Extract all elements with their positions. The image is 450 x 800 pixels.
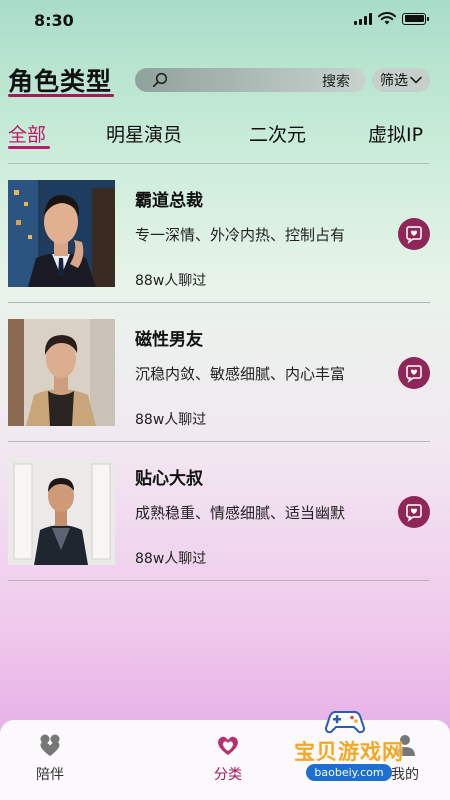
- tab-anime[interactable]: 二次元: [249, 120, 306, 147]
- status-time: 8:30: [34, 11, 74, 30]
- nav-label: 陪伴: [36, 767, 64, 783]
- title-underline: [8, 94, 114, 97]
- chat-button[interactable]: [398, 357, 430, 389]
- search-bar[interactable]: 搜索: [135, 68, 366, 92]
- search-label: 搜索: [322, 74, 350, 90]
- avatar: [8, 458, 115, 565]
- filter-button[interactable]: 筛选: [372, 68, 430, 92]
- category-tabs: 全部 明星演员 二次元 虚拟IP: [0, 120, 450, 152]
- character-card[interactable]: 贴心大叔 成熟稳重、情感细腻、适当幽默 88w人聊过: [0, 442, 450, 581]
- chat-count: 88w人聊过: [135, 412, 207, 428]
- search-icon: [152, 72, 168, 88]
- filter-label: 筛选: [380, 73, 408, 89]
- tab-star-actors[interactable]: 明星演员: [106, 120, 182, 147]
- category-heart-icon: [218, 736, 238, 755]
- tab-all[interactable]: 全部: [8, 120, 46, 147]
- character-card[interactable]: 磁性男友 沉稳内敛、敏感细腻、内心丰富 88w人聊过: [0, 303, 450, 442]
- tab-virtual-ip[interactable]: 虚拟IP: [368, 120, 423, 147]
- wifi-icon: [378, 12, 396, 25]
- page-title: 角色类型: [8, 67, 113, 96]
- chat-icon: [406, 504, 422, 522]
- nav-item-companion[interactable]: 陪伴: [15, 732, 85, 784]
- avatar: [8, 319, 115, 426]
- avatar: [8, 180, 115, 287]
- chat-button[interactable]: [398, 496, 430, 528]
- chat-button[interactable]: [398, 218, 430, 250]
- nav-label: 分类: [214, 767, 242, 783]
- watermark-url: baobeiy.com: [306, 764, 392, 781]
- character-name: 磁性男友: [135, 330, 203, 350]
- watermark-title: 宝贝游戏网: [294, 740, 404, 764]
- chat-icon: [406, 226, 422, 244]
- status-icons: [354, 12, 429, 25]
- watermark: 宝贝游戏网 baobeiy.com: [274, 708, 424, 786]
- nav-item-category[interactable]: 分类: [193, 732, 263, 784]
- header: 角色类型 搜索 筛选: [0, 62, 450, 102]
- character-tags: 成熟稳重、情感细腻、适当幽默: [135, 504, 346, 522]
- signal-icon: [354, 12, 372, 25]
- character-name: 霸道总裁: [135, 191, 203, 211]
- chevron-down-icon: [410, 76, 422, 84]
- status-bar: 8:30: [0, 0, 450, 40]
- character-name: 贴心大叔: [135, 469, 203, 489]
- chat-icon: [406, 365, 422, 383]
- card-divider: [8, 580, 430, 581]
- chat-count: 88w人聊过: [135, 551, 207, 567]
- character-card[interactable]: 霸道总裁 专一深情、外冷内热、控制占有 88w人聊过: [0, 164, 450, 303]
- tab-active-indicator: [8, 146, 50, 149]
- character-tags: 沉稳内敛、敏感细腻、内心丰富: [135, 365, 346, 383]
- character-list: 霸道总裁 专一深情、外冷内热、控制占有 88w人聊过 磁性男友 沉稳内敛、敏感细…: [0, 164, 450, 581]
- battery-icon: [402, 12, 429, 25]
- chat-count: 88w人聊过: [135, 273, 207, 289]
- companion-icon: [40, 734, 60, 756]
- gamepad-icon: [324, 710, 366, 734]
- character-tags: 专一深情、外冷内热、控制占有: [135, 226, 346, 244]
